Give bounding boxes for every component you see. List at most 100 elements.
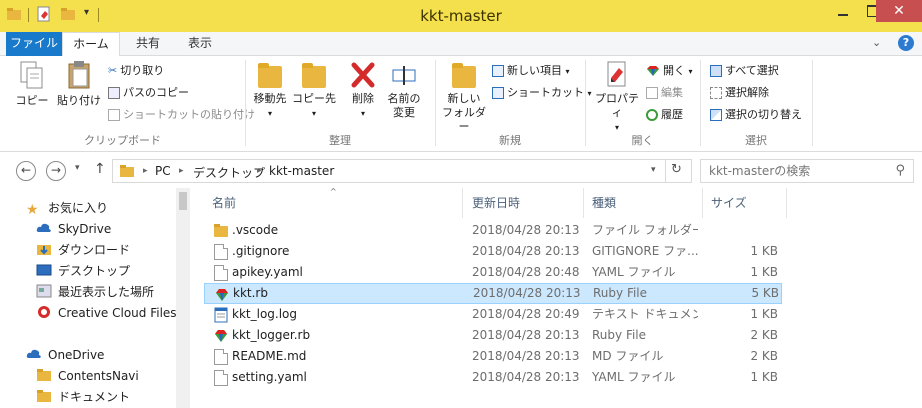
nav-item-onedrive[interactable]: OneDrive	[26, 345, 104, 365]
star-icon: ★	[26, 202, 39, 218]
invert-selection-icon	[710, 109, 722, 121]
group-label-open: 開く	[631, 134, 654, 147]
file-row-selected[interactable]: kkt.rb 2018/04/28 20:13 Ruby File 5 KB	[204, 283, 782, 304]
open-button[interactable]: 開く ▾	[646, 62, 693, 80]
nav-item-desktop[interactable]: デスクトップ	[36, 261, 130, 281]
column-header-name[interactable]: 名前	[212, 194, 236, 212]
tab-file[interactable]: ファイル	[6, 32, 62, 56]
edit-icon	[646, 87, 658, 99]
search-icon[interactable]: ⚲	[895, 163, 905, 178]
nav-item-skydrive[interactable]: SkyDrive	[36, 219, 111, 239]
select-all-button[interactable]: すべて選択	[710, 62, 779, 80]
file-list: ^ 名前 更新日時 種類 サイズ .vscode 2018/04/28 20:1…	[190, 187, 922, 408]
nav-label: ダウンロード	[58, 243, 131, 257]
navigation-pane: ★ お気に入り SkyDrive ダウンロード デスクトップ 最近表示した場所 C…	[0, 188, 190, 408]
nav-item-documents[interactable]: ドキュメント	[36, 387, 130, 407]
shortcut-button[interactable]: ショートカット ▾	[492, 84, 592, 102]
nav-item-contentsnavi[interactable]: ContentsNavi	[36, 366, 139, 386]
breadcrumb-separator-icon[interactable]: ▸	[143, 166, 148, 176]
file-date: 2018/04/28 20:13	[472, 223, 580, 237]
copy-label: コピー	[15, 94, 49, 107]
new-item-button[interactable]: 新しい項目 ▾	[492, 62, 570, 80]
help-icon[interactable]: ?	[898, 35, 914, 51]
file-row[interactable]: .vscode 2018/04/28 20:13 ファイル フォルダー	[204, 220, 782, 241]
history-button[interactable]: 履歴	[646, 106, 683, 124]
file-type: MD ファイル	[592, 349, 664, 363]
column-header-type[interactable]: 種類	[592, 194, 616, 212]
navigation-scrollbar[interactable]	[176, 188, 190, 408]
select-all-icon	[710, 65, 722, 77]
breadcrumb-separator-icon[interactable]: ▸	[257, 166, 262, 176]
column-divider[interactable]	[786, 188, 787, 218]
refresh-icon[interactable]: ↻	[671, 162, 682, 177]
copy-to-button[interactable]: コピー先 ▾	[292, 60, 336, 121]
tab-view[interactable]: 表示	[178, 32, 222, 56]
file-date: 2018/04/28 20:48	[472, 265, 580, 279]
minimize-button[interactable]	[828, 0, 858, 22]
file-date: 2018/04/28 20:49	[472, 307, 580, 321]
history-icon	[646, 109, 658, 121]
file-row[interactable]: setting.yaml 2018/04/28 20:13 YAML ファイル …	[204, 367, 782, 388]
file-row[interactable]: README.md 2018/04/28 20:13 MD ファイル 2 KB	[204, 346, 782, 367]
properties-button[interactable]: プロパティ ▾	[590, 60, 644, 135]
desktop-icon	[36, 264, 52, 276]
file-row[interactable]: .gitignore 2018/04/28 20:13 GITIGNORE ファ…	[204, 241, 782, 262]
column-divider[interactable]	[702, 188, 703, 218]
new-item-label: 新しい項目	[507, 64, 562, 77]
copy-to-label: コピー先	[292, 92, 336, 105]
nav-item-downloads[interactable]: ダウンロード	[36, 240, 130, 260]
scrollbar-thumb[interactable]	[179, 192, 187, 210]
tab-share[interactable]: 共有	[126, 32, 170, 56]
address-box[interactable]: ▸ PC ▸ デスクトップ ▸ kkt-master ▾ ↻	[112, 159, 692, 183]
address-dropdown-icon[interactable]: ▾	[651, 165, 656, 175]
nav-item-creative-cloud[interactable]: Creative Cloud Files	[36, 303, 177, 323]
breadcrumb-desktop[interactable]: デスクトップ	[193, 164, 265, 181]
nav-item-recent[interactable]: 最近表示した場所	[36, 282, 154, 302]
column-header-size[interactable]: サイズ	[711, 194, 747, 212]
delete-button[interactable]: 削除 ▾	[344, 60, 382, 121]
group-separator	[812, 60, 813, 146]
file-type: Ruby File	[593, 286, 648, 300]
file-row[interactable]: kkt_log.log 2018/04/28 20:49 テキスト ドキュメント…	[204, 304, 782, 325]
copy-button[interactable]: コピー	[12, 60, 52, 108]
nav-label: OneDrive	[48, 348, 105, 362]
column-header-date[interactable]: 更新日時	[472, 194, 520, 212]
shortcut-label: ショートカット	[507, 86, 584, 99]
column-divider[interactable]	[462, 188, 463, 218]
shortcut-icon	[492, 87, 504, 99]
paste-button[interactable]: 貼り付け	[56, 60, 102, 108]
nav-item-favorites[interactable]: ★ お気に入り	[26, 198, 108, 218]
select-none-button[interactable]: 選択解除	[710, 84, 769, 102]
back-button[interactable]: ←	[16, 161, 36, 181]
nav-label: Creative Cloud Files	[58, 306, 177, 320]
edit-button[interactable]: 編集	[646, 84, 683, 102]
file-row[interactable]: apikey.yaml 2018/04/28 20:48 YAML ファイル 1…	[204, 262, 782, 283]
recent-locations-chevron-icon[interactable]: ▾	[75, 163, 80, 173]
invert-selection-button[interactable]: 選択の切り替え	[710, 106, 802, 124]
close-button[interactable]: ✕	[876, 0, 922, 22]
paste-icon	[68, 61, 90, 89]
delete-icon	[351, 62, 375, 88]
forward-button[interactable]: →	[46, 161, 66, 181]
properties-label: プロパティ	[595, 92, 639, 119]
nav-label: お気に入り	[48, 201, 109, 215]
paste-label: 貼り付け	[57, 94, 101, 107]
tab-home[interactable]: ホーム	[62, 32, 120, 57]
file-row[interactable]: kkt_logger.rb 2018/04/28 20:13 Ruby File…	[204, 325, 782, 346]
breadcrumb-current[interactable]: kkt-master	[269, 164, 334, 178]
column-divider[interactable]	[583, 188, 584, 218]
move-to-button[interactable]: 移動先 ▾	[248, 60, 292, 121]
creative-cloud-icon	[38, 306, 50, 318]
paste-shortcut-button[interactable]: ショートカットの貼り付け	[108, 106, 255, 124]
chevron-down-icon[interactable]: ⌄	[872, 36, 881, 49]
new-folder-button[interactable]: 新しい フォルダー	[438, 60, 490, 134]
up-button[interactable]: ↑	[94, 161, 106, 177]
text-file-icon	[214, 307, 228, 323]
paste-shortcut-icon	[108, 109, 120, 121]
search-input[interactable]	[709, 161, 889, 181]
copy-path-button[interactable]: パスのコピー	[108, 84, 189, 102]
cut-button[interactable]: ✂ 切り取り	[108, 62, 164, 80]
breadcrumb-pc[interactable]: PC	[155, 164, 171, 178]
breadcrumb-separator-icon[interactable]: ▸	[179, 166, 184, 176]
rename-button[interactable]: 名前の 変更	[384, 60, 424, 120]
